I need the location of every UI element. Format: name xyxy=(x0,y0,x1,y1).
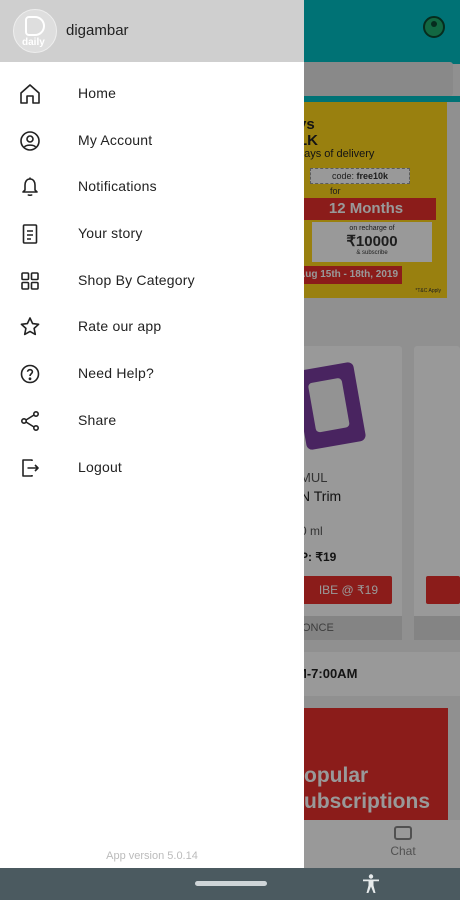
logo-icon xyxy=(25,16,45,36)
accessibility-icon[interactable] xyxy=(362,874,380,894)
menu-item-label: My Account xyxy=(78,131,153,148)
bell-icon xyxy=(18,175,42,199)
menu-item-rate-our-app[interactable]: Rate our app xyxy=(0,303,304,350)
account-icon xyxy=(18,129,42,153)
navigation-drawer: daily digambar Home My Account Notificat… xyxy=(0,0,304,868)
app-version: App version 5.0.14 xyxy=(106,850,198,862)
menu-item-label: Need Help? xyxy=(78,365,154,382)
menu-item-my-account[interactable]: My Account xyxy=(0,117,304,164)
menu-item-label: Notifications xyxy=(78,178,157,195)
menu-item-your-story[interactable]: Your story xyxy=(0,210,304,257)
menu-item-label: Your story xyxy=(78,225,143,242)
star-icon xyxy=(18,315,42,339)
logout-icon xyxy=(18,456,42,480)
menu-item-label: Rate our app xyxy=(78,318,162,335)
menu-item-share[interactable]: Share xyxy=(0,397,304,444)
menu-item-label: Share xyxy=(78,411,117,428)
menu-item-label: Home xyxy=(78,85,117,101)
home-icon xyxy=(18,82,42,106)
menu-item-home[interactable]: Home xyxy=(0,70,304,117)
help-icon xyxy=(18,362,42,386)
menu-item-notifications[interactable]: Notifications xyxy=(0,163,304,210)
avatar-text: daily xyxy=(22,37,45,48)
drawer-header: daily digambar xyxy=(0,0,304,62)
share-icon xyxy=(18,409,42,433)
menu-item-logout[interactable]: Logout xyxy=(0,444,304,491)
document-icon xyxy=(18,222,42,246)
drawer-menu: Home My Account Notifications Your story… xyxy=(0,70,304,490)
menu-item-need-help[interactable]: Need Help? xyxy=(0,350,304,397)
menu-item-label: Logout xyxy=(78,458,123,475)
system-nav-bar xyxy=(0,868,460,900)
grid-icon xyxy=(18,269,42,293)
user-name: digambar xyxy=(66,22,129,39)
menu-item-shop-by-category[interactable]: Shop By Category xyxy=(0,257,304,304)
menu-item-label: Shop By Category xyxy=(78,271,195,288)
avatar[interactable]: daily xyxy=(13,9,57,53)
home-gesture-bar[interactable] xyxy=(195,881,267,886)
